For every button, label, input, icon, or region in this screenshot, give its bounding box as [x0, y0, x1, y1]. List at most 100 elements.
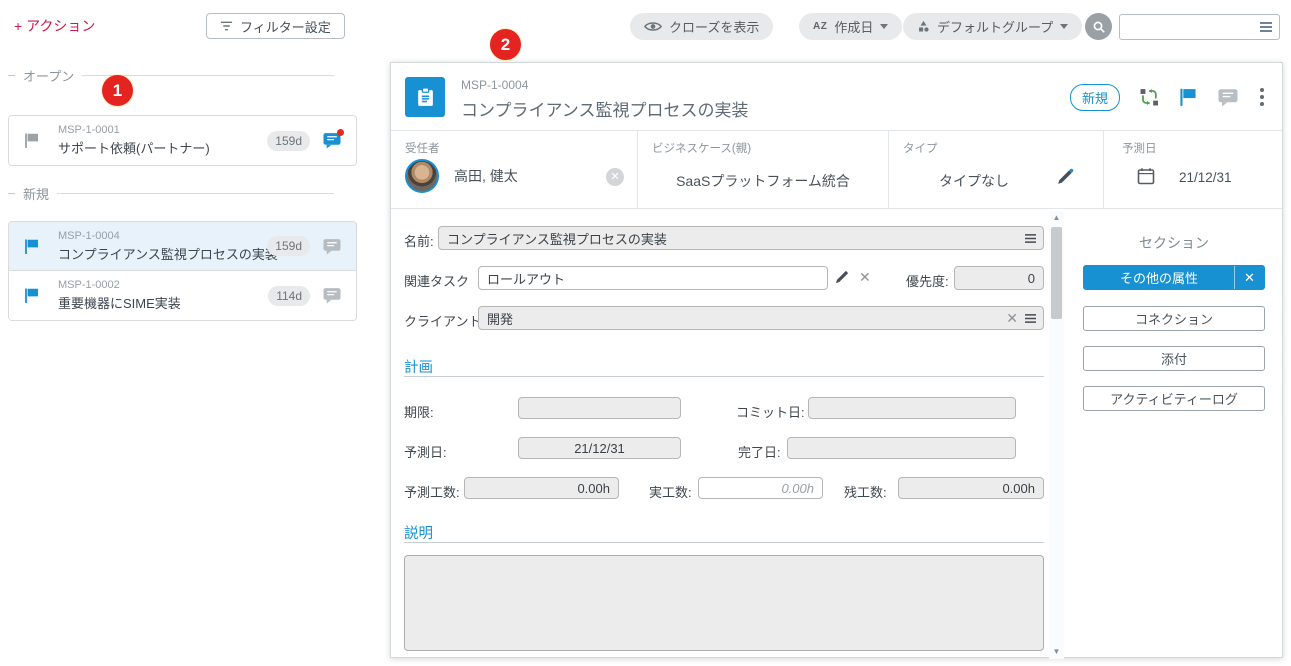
chevron-down-icon: [880, 24, 888, 29]
search-button[interactable]: [1085, 13, 1112, 40]
related-task-input[interactable]: [478, 266, 828, 290]
sections-panel: セクション その他の属性 ✕ コネクション 添付 アクティビティーログ: [1066, 209, 1282, 658]
chat-icon[interactable]: [1217, 88, 1239, 107]
section-button-activity-log[interactable]: アクティビティーログ: [1083, 386, 1265, 411]
complete-date-input[interactable]: [787, 437, 1016, 459]
section-button-other-attributes[interactable]: その他の属性 ✕: [1083, 265, 1265, 290]
form-scrollbar[interactable]: ▲ ▼: [1049, 211, 1064, 659]
section-rule: [404, 542, 1044, 543]
workflow-icon[interactable]: [1139, 87, 1160, 108]
group-dropdown[interactable]: デフォルトグループ: [903, 13, 1082, 40]
task-card-msp-1-0002[interactable]: MSP-1-0002 重要機器にSIME実装 114d: [9, 271, 356, 320]
sort-dropdown[interactable]: AZ 作成日: [799, 13, 902, 40]
section-button-attachments[interactable]: 添付: [1083, 346, 1265, 371]
section-header-new[interactable]: 新規: [8, 184, 334, 203]
sections-title: セクション: [1066, 233, 1282, 253]
assignee-avatar[interactable]: [405, 159, 439, 193]
calendar-icon[interactable]: [1137, 167, 1155, 185]
menu-icon[interactable]: [1259, 21, 1273, 33]
unread-dot: [337, 129, 344, 136]
collapse-dash-icon: [8, 75, 15, 76]
detail-strip: 受任者 高田, 健太 ✕ ビジネスケース(親) SaaSプラットフォーム統合 タ…: [391, 131, 1282, 209]
description-textarea[interactable]: [404, 555, 1044, 651]
client-label: クライアント:: [404, 311, 485, 330]
flag-icon[interactable]: [24, 287, 41, 304]
card-text: MSP-1-0001 サポート依頼(パートナー): [58, 124, 261, 157]
task-detail-panel: MSP-1-0004 コンプライアンス監視プロセスの実装 新規 受任者: [390, 62, 1283, 658]
section-header-open[interactable]: オープン: [8, 66, 334, 85]
client-input[interactable]: [487, 311, 1000, 326]
chat-icon[interactable]: [322, 132, 342, 149]
search-input[interactable]: [1126, 20, 1259, 35]
card-title: コンプライアンス監視プロセスの実装: [58, 244, 261, 263]
app-window: + アクション フィルター設定 クローズを表示 AZ 作成日 デフォルトグループ: [0, 0, 1291, 666]
chat-icon[interactable]: [322, 287, 342, 304]
filter-settings-button[interactable]: フィルター設定: [206, 13, 345, 39]
parent-label: ビジネスケース(親): [652, 140, 751, 156]
clear-related-icon[interactable]: ✕: [859, 270, 871, 284]
priority-input[interactable]: [954, 266, 1044, 290]
complete-date-label: 完了日:: [738, 442, 781, 461]
section-button-label: コネクション: [1135, 309, 1213, 328]
section-rule: [404, 376, 1044, 377]
section-button-label: 添付: [1161, 349, 1187, 368]
type-label: タイプ: [903, 140, 938, 156]
scrollbar-thumb[interactable]: [1051, 227, 1062, 319]
type-cell: タイプ タイプなし: [889, 131, 1104, 209]
search-icon: [1092, 20, 1106, 34]
section-button-connections[interactable]: コネクション: [1083, 306, 1265, 331]
forecast-value: 21/12/31: [1179, 170, 1232, 185]
forecast-label: 予測日: [1122, 140, 1157, 156]
eye-icon: [644, 21, 662, 32]
task-id: MSP-1-0004: [461, 78, 528, 92]
group-icon: [917, 20, 930, 33]
annotation-step-1: 1: [102, 75, 133, 106]
flag-icon[interactable]: [1179, 87, 1198, 107]
name-input[interactable]: [447, 231, 1018, 246]
annotation-step-2: 2: [490, 29, 521, 60]
status-badge[interactable]: 新規: [1070, 84, 1120, 111]
plan-forecast-input[interactable]: [518, 437, 681, 459]
chevron-down-icon: [1060, 24, 1068, 29]
remaining-effort-input[interactable]: [898, 477, 1044, 499]
estimated-effort-input[interactable]: [464, 477, 619, 499]
chat-icon[interactable]: [322, 238, 342, 255]
show-closed-toggle[interactable]: クローズを表示: [630, 13, 773, 40]
deadline-input[interactable]: [518, 397, 681, 419]
plan-forecast-label: 予測日:: [404, 442, 447, 461]
age-badge: 114d: [268, 286, 310, 306]
remove-assignee-icon[interactable]: ✕: [606, 168, 624, 186]
task-card-msp-1-0004[interactable]: MSP-1-0004 コンプライアンス監視プロセスの実装 159d: [9, 222, 356, 271]
clear-client-icon[interactable]: ✕: [1006, 311, 1018, 325]
actual-effort-input[interactable]: [698, 477, 823, 499]
flag-icon[interactable]: [24, 238, 41, 255]
parent-cell[interactable]: ビジネスケース(親) SaaSプラットフォーム統合: [638, 131, 889, 209]
type-value: タイプなし: [939, 171, 1009, 191]
commit-date-input[interactable]: [808, 397, 1016, 419]
description-section-title: 説明: [404, 522, 433, 543]
edit-type-pencil-icon[interactable]: [1056, 167, 1075, 186]
card-id: MSP-1-0001: [58, 124, 261, 136]
task-card-msp-1-0001[interactable]: MSP-1-0001 サポート依頼(パートナー) 159d: [9, 116, 356, 165]
panel-header-actions: 新規: [1070, 63, 1266, 131]
scroll-down-arrow[interactable]: ▼: [1049, 645, 1064, 659]
parent-value: SaaSプラットフォーム統合: [638, 171, 888, 191]
task-title: コンプライアンス監視プロセスの実装: [461, 96, 748, 121]
group-label: デフォルトグループ: [937, 17, 1053, 36]
close-section-icon[interactable]: ✕: [1234, 266, 1264, 289]
more-options-icon[interactable]: [1258, 86, 1266, 108]
edit-related-pencil-icon[interactable]: [834, 268, 851, 285]
card-id: MSP-1-0002: [58, 279, 262, 291]
remaining-effort-label: 残工数:: [844, 482, 887, 501]
scroll-up-arrow[interactable]: ▲: [1049, 211, 1064, 225]
menu-icon[interactable]: [1024, 313, 1037, 324]
section-button-label: アクティビティーログ: [1110, 389, 1238, 408]
flag-icon[interactable]: [24, 132, 41, 149]
card-box-open: MSP-1-0001 サポート依頼(パートナー) 159d: [8, 115, 357, 166]
section-button-label: その他の属性: [1084, 268, 1234, 287]
deadline-label: 期限:: [404, 402, 434, 421]
menu-icon[interactable]: [1024, 233, 1037, 244]
related-task-label: 関連タスク: [404, 271, 469, 290]
collapse-dash-icon: [8, 193, 15, 194]
actions-link[interactable]: + アクション: [14, 16, 95, 36]
